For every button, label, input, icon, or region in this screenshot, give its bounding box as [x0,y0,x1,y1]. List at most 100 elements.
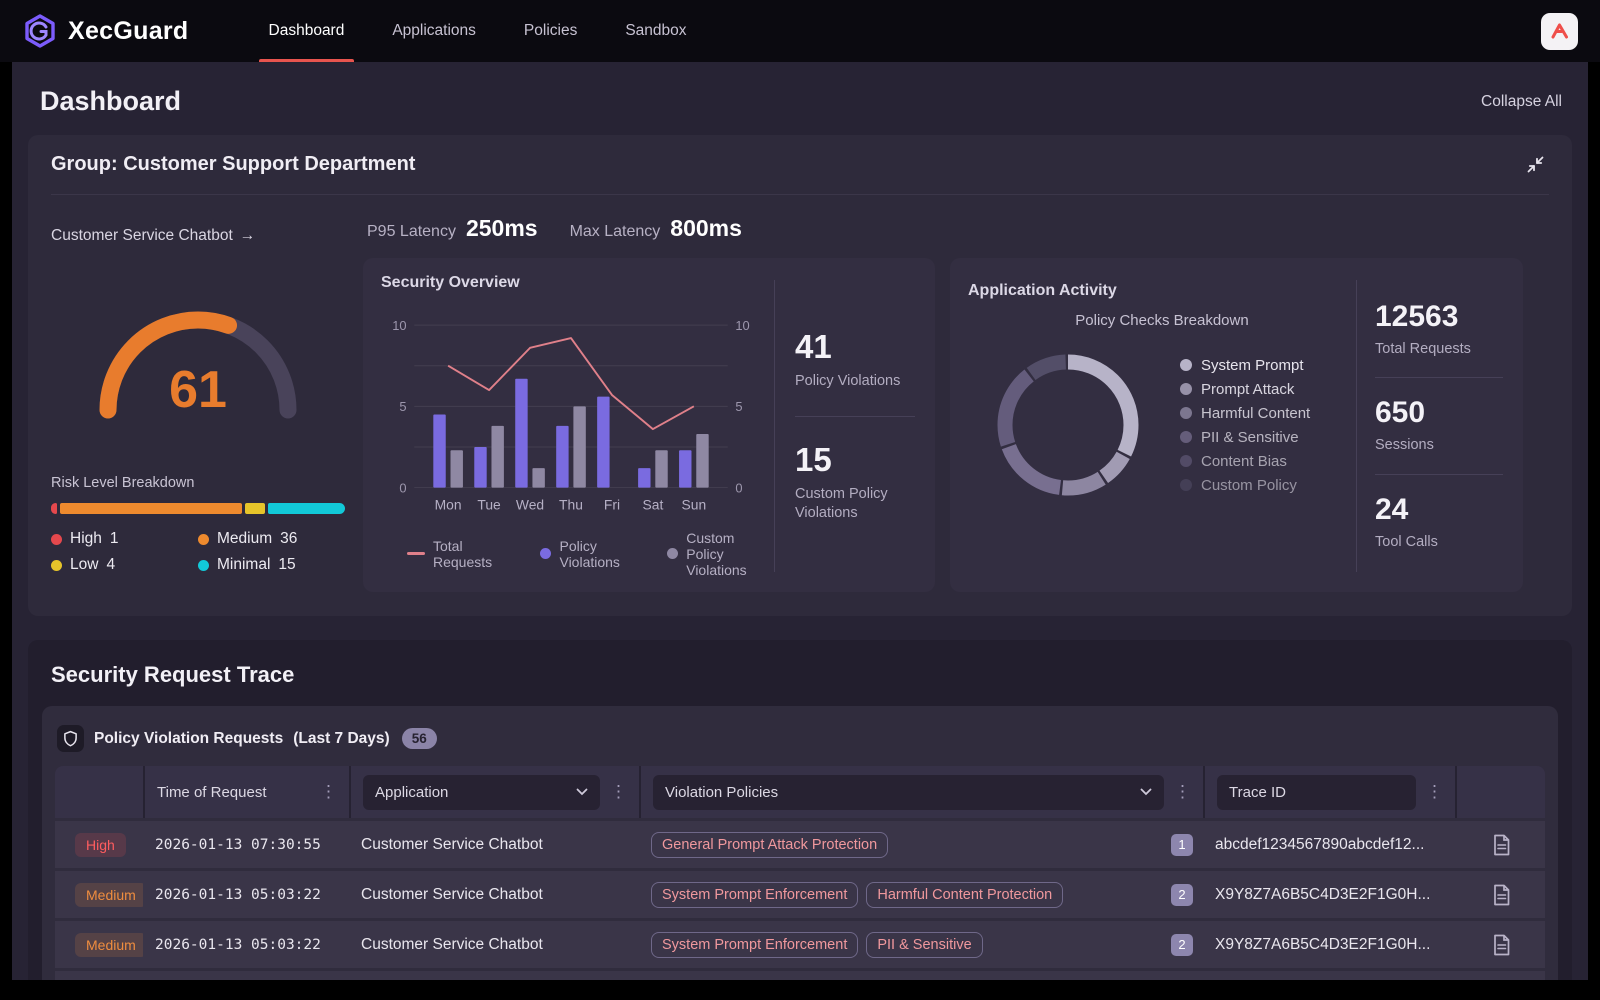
policy-chip: System Prompt Enforcement [651,932,858,958]
application-activity-card: Application Activity Policy Checks Break… [950,258,1523,592]
risk-segment [51,503,57,514]
risk-segment [60,503,242,514]
shield-icon [57,725,84,752]
tab-dashboard[interactable]: Dashboard [245,0,369,62]
table-row[interactable]: Medium2026-01-13 04:12:45Customer Servic… [55,971,1545,980]
time-of-request: 2026-01-13 05:03:22 [143,887,349,903]
donut-legend-item: PII & Sensitive [1180,429,1310,446]
column-trace-id: Trace ID ⋮ [1203,766,1455,818]
main-content: Dashboard Collapse All Group: Customer S… [12,62,1588,980]
kebab-menu-icon[interactable]: ⋮ [1422,782,1447,802]
donut-legend: System PromptPrompt AttackHarmful Conten… [1180,357,1310,494]
gray-dot-icon [667,548,678,559]
application-name: Customer Service Chatbot [349,886,639,904]
tab-applications[interactable]: Applications [368,0,500,62]
table-row[interactable]: Medium2026-01-13 05:03:22Customer Servic… [55,921,1545,968]
arrow-right-icon: → [240,227,256,245]
svg-text:Wed: Wed [516,497,544,513]
policy-chip: PII & Sensitive [866,932,982,958]
risk-legend-item: Medium36 [198,530,345,548]
column-time-of-request[interactable]: Time of Request ⋮ [143,766,349,818]
trace-id: X9Y8Z7A6B5C4D3E2F1G0H... [1203,936,1455,954]
policy-checks-donut [982,339,1154,511]
table-row[interactable]: Medium2026-01-13 05:03:22Customer Servic… [55,871,1545,918]
time-of-request: 2026-01-13 07:30:55 [143,837,349,853]
collapse-panel-icon[interactable] [1522,151,1549,178]
security-request-trace-section: Security Request Trace Policy Violation … [28,640,1572,980]
svg-text:Tue: Tue [477,497,501,513]
donut-legend-item: Harmful Content [1180,405,1310,422]
tool-calls-value: 24 [1375,493,1523,527]
legend-dot-icon [1180,359,1192,371]
nav-tabs: Dashboard Applications Policies Sandbox [245,0,711,62]
document-icon[interactable] [1455,884,1545,906]
policy-chip: Harmful Content Protection [866,882,1063,908]
xecguard-logo-icon [22,13,58,49]
svg-text:Sat: Sat [643,497,664,513]
legend-dot-icon [1180,455,1192,467]
max-latency-value: 800ms [670,215,742,242]
trace-id-filter[interactable]: Trace ID [1217,775,1416,810]
purple-dot-icon [540,548,551,559]
policy-count-badge: 2 [1171,884,1193,906]
risk-segment [268,503,345,514]
mountain-logo-icon [1548,19,1572,43]
application-name: Customer Service Chatbot [349,936,639,954]
svg-text:Sun: Sun [682,497,707,513]
donut-legend-item: Prompt Attack [1180,381,1310,398]
kebab-menu-icon[interactable]: ⋮ [1170,782,1195,802]
policy-violations-value: 41 [795,328,935,366]
svg-text:10: 10 [392,318,406,333]
page-title: Dashboard [40,86,181,117]
svg-text:Mon: Mon [435,497,462,513]
risk-breakdown-title: Risk Level Breakdown [51,475,345,491]
table-row[interactable]: High2026-01-13 07:30:55Customer Service … [55,821,1545,868]
latency-stats: P95 Latency 250ms Max Latency 800ms [363,213,1549,258]
application-link[interactable]: Customer Service Chatbot → [51,227,255,245]
donut-legend-item: Custom Policy [1180,477,1310,494]
risk-legend: High1 Medium36 Low4 Minimal15 [51,530,345,574]
column-application: Application ⋮ [349,766,639,818]
medium-dot-icon [198,534,209,545]
svg-text:5: 5 [399,399,406,414]
kebab-menu-icon[interactable]: ⋮ [316,782,341,802]
security-overview-title: Security Overview [381,274,774,292]
brand-name: XecGuard [68,17,189,46]
account-app-button[interactable] [1541,13,1578,50]
risk-legend-item: Minimal15 [198,556,345,574]
tab-policies[interactable]: Policies [500,0,601,62]
custom-policy-violations-value: 15 [795,441,935,479]
policy-chip: System Prompt Enforcement [651,882,858,908]
risk-legend-item: Low4 [51,556,198,574]
document-icon[interactable] [1455,934,1545,956]
request-count-badge: 56 [402,728,437,749]
risk-level-bar [51,503,345,514]
severity-badge: Medium [75,883,143,907]
svg-text:Fri: Fri [604,497,620,513]
chevron-down-icon [1140,788,1152,796]
line-swatch-icon [407,552,425,555]
brand-logo[interactable]: XecGuard [22,13,189,49]
application-filter-dropdown[interactable]: Application [363,775,600,810]
total-requests-value: 12563 [1375,300,1523,334]
document-icon[interactable] [1455,834,1545,856]
application-activity-title: Application Activity [968,282,1356,300]
legend-dot-icon [1180,431,1192,443]
trace-id: abcdef1234567890abcdef12... [1203,836,1455,854]
svg-text:0: 0 [735,480,742,495]
legend-dot-icon [1180,479,1192,491]
kebab-menu-icon[interactable]: ⋮ [606,782,631,802]
svg-text:10: 10 [735,318,749,333]
low-dot-icon [51,560,62,571]
top-nav: XecGuard Dashboard Applications Policies… [0,0,1600,62]
chevron-down-icon [576,788,588,796]
collapse-all-button[interactable]: Collapse All [1481,93,1562,111]
violation-policies-filter-dropdown[interactable]: Violation Policies [653,775,1164,810]
table-body: High2026-01-13 07:30:55Customer Service … [55,821,1545,980]
p95-latency-value: 250ms [466,215,538,242]
sessions-value: 650 [1375,396,1523,430]
minimal-dot-icon [198,560,209,571]
table-header: Time of Request ⋮ Application ⋮ Violatio… [55,766,1545,818]
column-violation-policies: Violation Policies ⋮ [639,766,1203,818]
tab-sandbox[interactable]: Sandbox [601,0,710,62]
